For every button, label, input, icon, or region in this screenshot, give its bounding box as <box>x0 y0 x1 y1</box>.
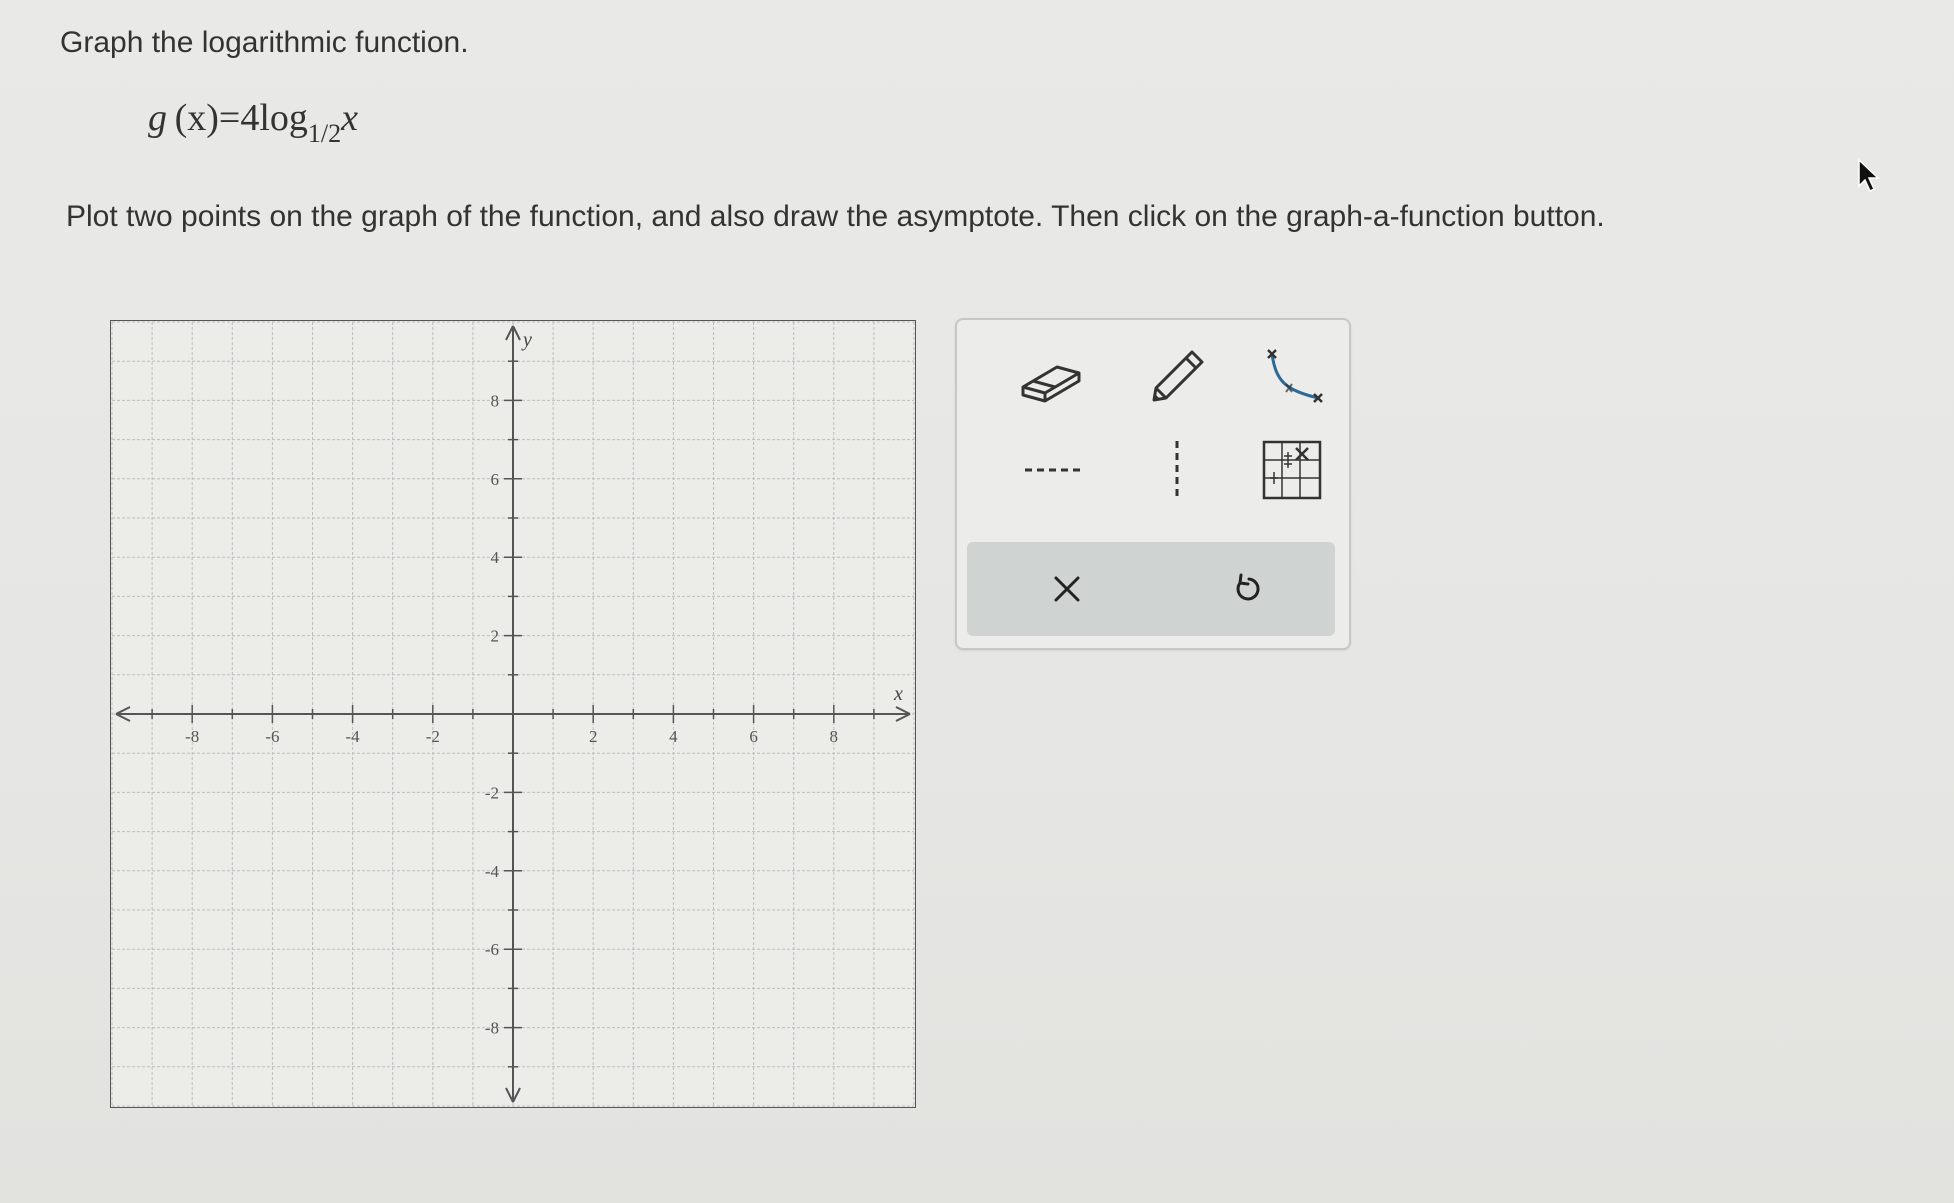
grid-point-icon <box>1262 440 1322 500</box>
y-tick-label: 6 <box>491 470 500 489</box>
y-tick-label: -2 <box>485 783 499 802</box>
y-axis-label: y <box>521 329 532 351</box>
undo-button[interactable] <box>1167 542 1327 636</box>
y-tick-label: -4 <box>485 862 500 881</box>
x-tick-label: 6 <box>749 727 758 746</box>
graph-a-function-tool[interactable] <box>1247 332 1337 422</box>
y-tick-label: 4 <box>491 548 500 567</box>
pencil-tool[interactable] <box>1132 332 1222 422</box>
instruction-text: Plot two points on the graph of the func… <box>66 200 1605 233</box>
equals-sign: = <box>218 97 241 139</box>
x-axis-label: x <box>893 683 903 705</box>
undo-icon <box>1236 573 1260 601</box>
clear-button[interactable] <box>987 542 1147 636</box>
prompt-text: Graph the logarithmic function. <box>60 26 469 59</box>
log-operator: log <box>259 97 308 139</box>
y-tick-label: 2 <box>491 627 500 646</box>
graph-toolbar <box>955 318 1351 650</box>
y-tick-label: 8 <box>491 391 500 410</box>
function-variable: x <box>341 97 359 139</box>
point-grid-tool[interactable] <box>1247 425 1337 515</box>
mouse-cursor-icon <box>1858 158 1880 193</box>
function-argument: (x) <box>174 97 219 139</box>
function-name: g <box>148 97 167 139</box>
pencil-icon <box>1152 350 1204 402</box>
graph-area[interactable]: -8 -6 -4 -2 2 4 6 8 8 6 4 2 -2 -4 -6 -8 x y <box>110 320 916 1108</box>
eraser-icon <box>1021 365 1081 403</box>
eraser-tool[interactable] <box>1007 332 1097 422</box>
x-tick-label: -2 <box>426 727 440 746</box>
y-tick-label: -6 <box>485 940 499 959</box>
horizontal-asymptote-tool[interactable] <box>1007 425 1097 515</box>
coordinate-plane[interactable]: -8 -6 -4 -2 2 4 6 8 8 6 4 2 -2 -4 -6 -8 x y <box>110 320 916 1108</box>
x-tick-label: 2 <box>589 727 598 746</box>
y-tick-label: -8 <box>485 1019 499 1038</box>
vertical-asymptote-tool[interactable] <box>1132 425 1222 515</box>
log-base: 1/2 <box>307 119 342 148</box>
log-curve-icon <box>1267 349 1323 403</box>
vertical-dashed-line-icon <box>1175 441 1179 499</box>
function-formula: g (x)=4log1/2x <box>148 96 358 149</box>
x-tick-label: 8 <box>830 727 839 746</box>
x-tick-label: -4 <box>346 727 361 746</box>
x-tick-label: -6 <box>265 727 279 746</box>
x-tick-label: 4 <box>669 727 678 746</box>
close-icon <box>1054 576 1080 602</box>
horizontal-dashed-line-icon <box>1025 468 1081 472</box>
action-bar <box>967 542 1335 636</box>
x-tick-label: -8 <box>185 727 199 746</box>
coefficient: 4 <box>240 97 260 139</box>
